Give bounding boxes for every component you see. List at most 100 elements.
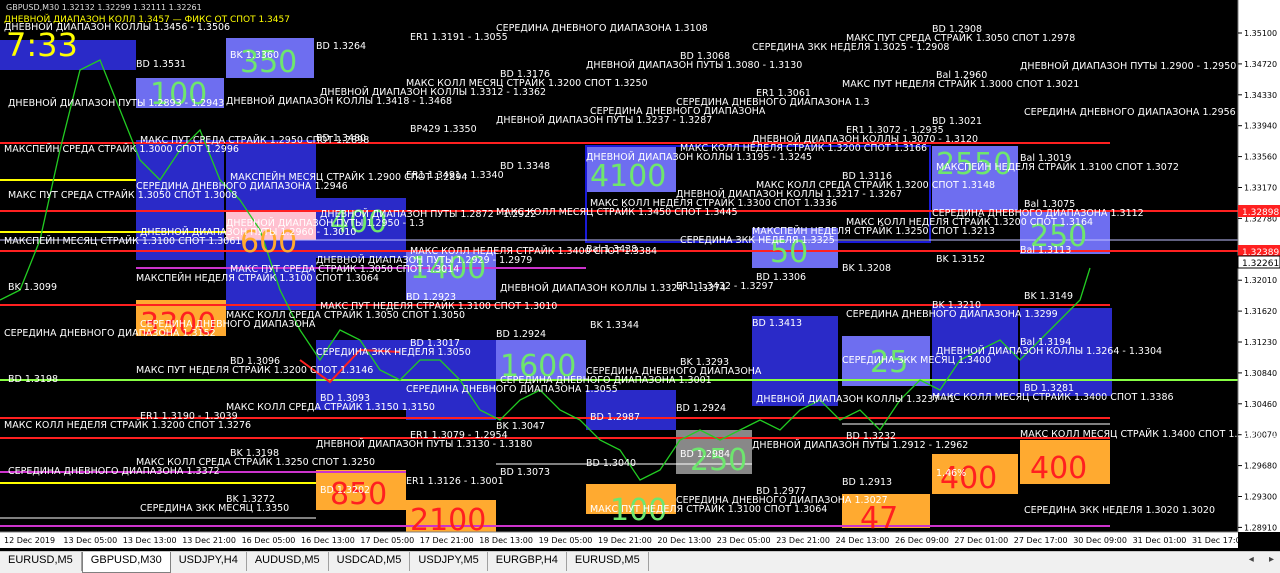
level-annotation: BD 1.3264	[316, 41, 366, 52]
symbol-info: GBPUSD,M30 1.32132 1.32299 1.32111 1.322…	[6, 3, 202, 12]
time-tick-label: 31 Dec 01:00	[1133, 536, 1187, 545]
zone-value: 400	[1030, 451, 1087, 486]
level-annotation: ДНЕВНОЙ ДИАПАЗОН ПУТЫ 1.2900 - 1.2950	[1020, 60, 1236, 72]
level-annotation: Bal 1.3113	[1020, 245, 1071, 256]
level-annotation: BD 1.3348	[500, 161, 550, 172]
time-tick-label: 23 Dec 21:00	[776, 536, 830, 545]
level-annotation: BD 1.2924	[496, 329, 546, 340]
level-annotation: BK 1.3099	[8, 282, 57, 293]
level-annotation: BD 1.3202	[320, 485, 370, 496]
time-tick-label: 26 Dec 09:00	[895, 536, 949, 545]
level-annotation: BD 1.2923	[406, 292, 456, 303]
level-annotation: BD 1.2913	[842, 477, 892, 488]
scroll-left-icon[interactable]: ◂	[1249, 554, 1254, 565]
level-annotation: BD 1.3198	[8, 374, 58, 385]
level-annotation: BK 1.3210	[932, 300, 981, 311]
level-annotation: СЕРЕДИНА ЗКК НЕДЕЛЯ 1.3020 1.3020	[1024, 505, 1215, 516]
time-tick-label: 24 Dec 13:00	[836, 536, 890, 545]
level-annotation: BP429 1.3350	[410, 124, 477, 135]
level-annotation: BD 1.3073	[500, 467, 550, 478]
level-annotation: BD 1.3232	[846, 431, 896, 442]
level-annotation: BK 1.3149	[1024, 291, 1073, 302]
level-annotation: BD 1.3096	[230, 356, 280, 367]
chart-tab[interactable]: EURUSD,M5	[567, 552, 649, 571]
zone-value: 47	[860, 501, 898, 536]
time-tick-label: 20 Dec 13:00	[657, 536, 711, 545]
price-tick-label: 1.29300	[1244, 493, 1277, 502]
chart-tab[interactable]: USDJPY,M5	[410, 552, 488, 571]
price-tick-label: 1.33560	[1244, 153, 1277, 162]
level-annotation: BD 1.3040	[586, 458, 636, 469]
level-annotation: BD 1.2908	[932, 24, 982, 35]
price-tick-label: 1.35100	[1244, 29, 1277, 38]
level-annotation: Bal 1.3194	[1020, 337, 1071, 348]
level-annotation: BD 1.3021	[932, 116, 982, 127]
level-annotation: BD 1.3531	[136, 59, 186, 70]
price-tick-label: 1.32010	[1244, 276, 1277, 285]
level-annotation: ДНЕВНОЙ ДИАПАЗОН КОЛЛЫ 1.3237 - 1	[756, 393, 955, 405]
level-annotation: BD 1.3017	[410, 338, 460, 349]
time-tick-label: 16 Dec 05:00	[242, 536, 296, 545]
level-annotation: МАКС КОЛЛ МЕСЯЦ СТРАЙК 1.3400 СПОТ 1.338…	[1020, 428, 1280, 440]
time-tick-label: 27 Dec 17:00	[1014, 536, 1068, 545]
chart-tab[interactable]: AUDUSD,M5	[247, 552, 329, 571]
time-tick-label: 27 Dec 01:00	[954, 536, 1008, 545]
level-annotation: ER1 1.3079 - 1.2954	[410, 430, 508, 441]
level-annotation: МАКСПЕЙН МЕСЯЦ СТРАЙК 1.2900 СПОТ 1.2894	[230, 171, 467, 183]
current-price-text: 1.32261	[1242, 259, 1279, 269]
level-annotation: ДНЕВНОЙ ДИАПАЗОН ПУТЫ 1.2893 - 1.2943	[8, 97, 224, 109]
level-annotation: СЕРЕДИНА ДНЕВНОГО ДИАПАЗОНА 1.3108	[496, 23, 708, 34]
price-tick-label: 1.28910	[1244, 523, 1277, 532]
level-annotation: ДНЕВНОЙ ДИАПАЗОН КОЛЛЫ 1.3324 - 1.3374	[500, 282, 726, 294]
chart-tab[interactable]: EURGBP,H4	[488, 552, 567, 571]
time-tick-label: 13 Dec 05:00	[63, 536, 117, 545]
level-annotation: BK 1.3344	[590, 320, 639, 331]
price-chart[interactable]: 1.35100 1.34720 1.34330 1.33940 1.33560 1.331…	[0, 0, 1280, 548]
time-tick-label: 12 Dec 2019	[4, 536, 55, 545]
time-tick-label: 19 Dec 21:00	[598, 536, 652, 545]
zone-value: 4100	[590, 159, 666, 194]
zone-box	[586, 390, 676, 430]
price-tick-label: 1.33940	[1244, 122, 1277, 131]
level-annotation: ДНЕВНОЙ ДИАПАЗОН КОЛЛЫ 1.3456 - 1.3506	[4, 21, 230, 33]
level-annotation: BD 1.3306	[756, 272, 806, 283]
chart-tab[interactable]: USDJPY,H4	[171, 552, 247, 571]
time-tick-label: 23 Dec 05:00	[717, 536, 771, 545]
chart-tab[interactable]: USDCAD,M5	[329, 552, 411, 571]
level-annotation: BK 1.3047	[496, 421, 545, 432]
level-annotation: BD 1.2924	[676, 403, 726, 414]
price-tick-label: 1.34330	[1244, 91, 1277, 100]
price-tick-label: 1.31230	[1244, 338, 1277, 347]
level-annotation: BD 1.3093	[320, 393, 370, 404]
time-tick-label: 19 Dec 05:00	[539, 536, 593, 545]
time-tick-label: 31 Dec 17:00	[1192, 536, 1246, 545]
level-annotation: BD 1.2987	[590, 412, 640, 423]
scroll-right-icon[interactable]: ▸	[1269, 554, 1274, 565]
time-tick-label: 13 Dec 21:00	[182, 536, 236, 545]
tab-nav: ◂ ▸	[1237, 554, 1274, 565]
level-annotation: 1.46%	[936, 468, 966, 479]
price-tag-red-1-text: 1.32898	[1242, 208, 1279, 218]
level-annotation: ER1 1.3072 - 1.2935	[846, 125, 944, 136]
level-annotation: BK 1.3208	[842, 263, 891, 274]
time-tick-label: 17 Dec 05:00	[360, 536, 414, 545]
level-annotation: ДНЕВНОЙ ДИАПАЗОН ПУТЫ 1.2872 - 1.2922	[320, 208, 536, 220]
level-annotation: Bal 1.2960	[936, 70, 987, 81]
time-tick-label: 30 Dec 09:00	[1073, 536, 1127, 545]
level-annotation: ER1 1.3061	[756, 88, 811, 99]
chart-tab-bar: EURUSD,M5 GBPUSD,M30 USDJPY,H4 AUDUSD,M5…	[0, 551, 1280, 573]
level-annotation: BK 1.3152	[936, 254, 985, 265]
level-annotation: ER1 1.3126 - 1.3001	[406, 476, 504, 487]
level-annotation: ER1 1.3190 - 1.3039	[140, 411, 238, 422]
price-tick-label: 1.31620	[1244, 307, 1277, 316]
level-annotation: BK 1.3198	[230, 448, 279, 459]
chart-tab-active[interactable]: GBPUSD,M30	[81, 552, 171, 573]
time-tick-label: 16 Dec 13:00	[301, 536, 355, 545]
level-annotation: BD 1.3176	[500, 69, 550, 80]
time-axis: 12 Dec 2019 13 Dec 05:00 13 Dec 13:00 13 De…	[4, 536, 1246, 545]
price-tick-label: 1.30840	[1244, 369, 1277, 378]
chart-tab[interactable]: EURUSD,M5	[0, 552, 82, 571]
price-tick-label: 1.30460	[1244, 400, 1277, 409]
level-annotation: BK 1.3272	[226, 494, 275, 505]
level-annotation: СЕРЕДИНА ДНЕВНОГО ДИАПАЗОНА 1.2956	[1024, 107, 1236, 118]
